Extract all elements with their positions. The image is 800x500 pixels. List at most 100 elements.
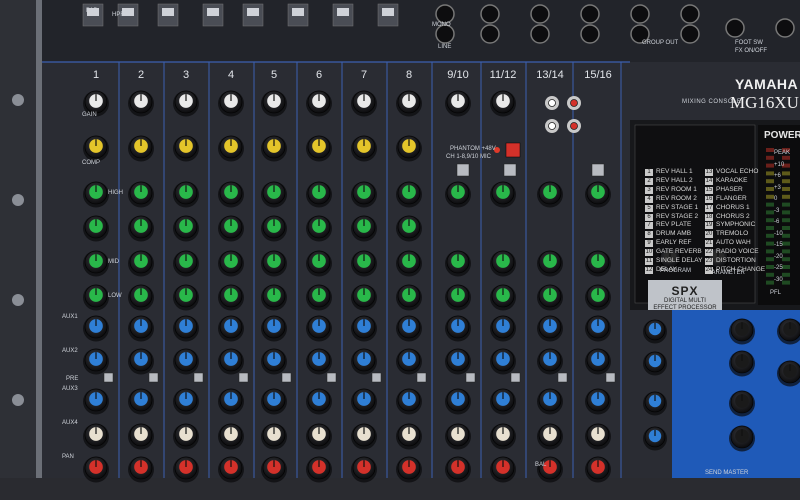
eq-mid-knob[interactable] — [537, 250, 563, 277]
pre-switch[interactable] — [465, 372, 476, 383]
aux1-knob[interactable] — [585, 315, 611, 342]
eq-low-knob[interactable] — [396, 284, 422, 311]
pan-knob[interactable] — [490, 456, 516, 483]
input-jack[interactable] — [680, 24, 700, 44]
aux1-knob[interactable] — [396, 315, 422, 342]
eq-mid-knob[interactable] — [306, 250, 332, 277]
input-jack[interactable] — [580, 4, 600, 24]
aux1-knob[interactable] — [537, 315, 563, 342]
aux2-knob[interactable] — [396, 348, 422, 375]
eq-high-knob[interactable] — [306, 181, 332, 208]
eq-hmid-knob[interactable] — [128, 215, 154, 242]
input-jack[interactable] — [435, 4, 455, 24]
pre-switch[interactable] — [416, 372, 427, 383]
eq-low-knob[interactable] — [306, 284, 332, 311]
aux4-fx-knob[interactable] — [396, 423, 422, 450]
aux4-fx-knob[interactable] — [490, 423, 516, 450]
aux4-fx-knob[interactable] — [585, 423, 611, 450]
eq-low-knob[interactable] — [83, 284, 109, 311]
aux3-knob[interactable] — [585, 388, 611, 415]
phantom-switch[interactable] — [505, 142, 521, 158]
eq-high-knob[interactable] — [173, 181, 199, 208]
gain-knob[interactable] — [306, 90, 332, 117]
eq-high-knob[interactable] — [218, 181, 244, 208]
aux2-knob[interactable] — [306, 348, 332, 375]
comp-knob[interactable] — [351, 135, 377, 162]
aux4-fx-knob[interactable] — [128, 423, 154, 450]
eq-hmid-knob[interactable] — [396, 215, 422, 242]
pan-knob[interactable] — [351, 456, 377, 483]
aux1-knob[interactable] — [445, 315, 471, 342]
aux2-knob[interactable] — [218, 348, 244, 375]
eq-mid-knob[interactable] — [218, 250, 244, 277]
eq-high-knob[interactable] — [261, 181, 287, 208]
master-aux-knob[interactable] — [643, 426, 667, 451]
aux1-knob[interactable] — [261, 315, 287, 342]
aux1-knob[interactable] — [490, 315, 516, 342]
aux3-knob[interactable] — [173, 388, 199, 415]
pre-switch[interactable] — [605, 372, 616, 383]
input-jack[interactable] — [530, 4, 550, 24]
pre-switch[interactable] — [281, 372, 292, 383]
aux2-knob[interactable] — [83, 348, 109, 375]
aux3-knob[interactable] — [537, 388, 563, 415]
eq-low-knob[interactable] — [585, 284, 611, 311]
input-jack[interactable] — [580, 24, 600, 44]
eq-high-knob[interactable] — [128, 181, 154, 208]
eq-mid-knob[interactable] — [261, 250, 287, 277]
comp-knob[interactable] — [306, 135, 332, 162]
aux2-knob[interactable] — [445, 348, 471, 375]
pre-switch[interactable] — [326, 372, 337, 383]
comp-knob[interactable] — [173, 135, 199, 162]
aux2-knob[interactable] — [351, 348, 377, 375]
eq-hmid-knob[interactable] — [306, 215, 332, 242]
aux1-knob[interactable] — [218, 315, 244, 342]
gain-knob[interactable] — [490, 90, 516, 117]
eq-high-knob[interactable] — [83, 181, 109, 208]
aux2-knob[interactable] — [490, 348, 516, 375]
gain-knob[interactable] — [173, 90, 199, 117]
aux1-knob[interactable] — [306, 315, 332, 342]
gain-knob[interactable] — [396, 90, 422, 117]
eq-mid-knob[interactable] — [445, 250, 471, 277]
aux1-knob[interactable] — [173, 315, 199, 342]
pan-knob[interactable] — [396, 456, 422, 483]
eq-low-knob[interactable] — [261, 284, 287, 311]
pre-switch[interactable] — [238, 372, 249, 383]
eq-low-knob[interactable] — [128, 284, 154, 311]
comp-knob[interactable] — [218, 135, 244, 162]
aux1-knob[interactable] — [128, 315, 154, 342]
input-jack[interactable] — [480, 4, 500, 24]
aux2-knob[interactable] — [128, 348, 154, 375]
eq-hmid-knob[interactable] — [351, 215, 377, 242]
aux4-fx-knob[interactable] — [351, 423, 377, 450]
line-switch[interactable] — [591, 163, 605, 177]
aux2-knob[interactable] — [537, 348, 563, 375]
send-master-knob[interactable] — [729, 350, 755, 377]
eq-high-knob[interactable] — [396, 181, 422, 208]
aux3-knob[interactable] — [490, 388, 516, 415]
eq-mid-knob[interactable] — [585, 250, 611, 277]
eq-high-knob[interactable] — [351, 181, 377, 208]
send-master-knob[interactable] — [729, 425, 755, 452]
eq-mid-knob[interactable] — [490, 250, 516, 277]
aux2-knob[interactable] — [261, 348, 287, 375]
send-master-knob[interactable] — [729, 390, 755, 417]
output-jack[interactable] — [775, 18, 795, 38]
pre-switch[interactable] — [371, 372, 382, 383]
eq-low-knob[interactable] — [218, 284, 244, 311]
gain-knob[interactable] — [218, 90, 244, 117]
aux3-knob[interactable] — [306, 388, 332, 415]
aux4-fx-knob[interactable] — [537, 423, 563, 450]
pan-knob[interactable] — [128, 456, 154, 483]
eq-mid-knob[interactable] — [128, 250, 154, 277]
aux3-knob[interactable] — [351, 388, 377, 415]
aux2-knob[interactable] — [173, 348, 199, 375]
pan-knob[interactable] — [83, 456, 109, 483]
aux3-knob[interactable] — [261, 388, 287, 415]
aux3-knob[interactable] — [83, 388, 109, 415]
eq-high-knob[interactable] — [585, 181, 611, 208]
eq-low-knob[interactable] — [445, 284, 471, 311]
eq-hmid-knob[interactable] — [173, 215, 199, 242]
pan-knob[interactable] — [445, 456, 471, 483]
